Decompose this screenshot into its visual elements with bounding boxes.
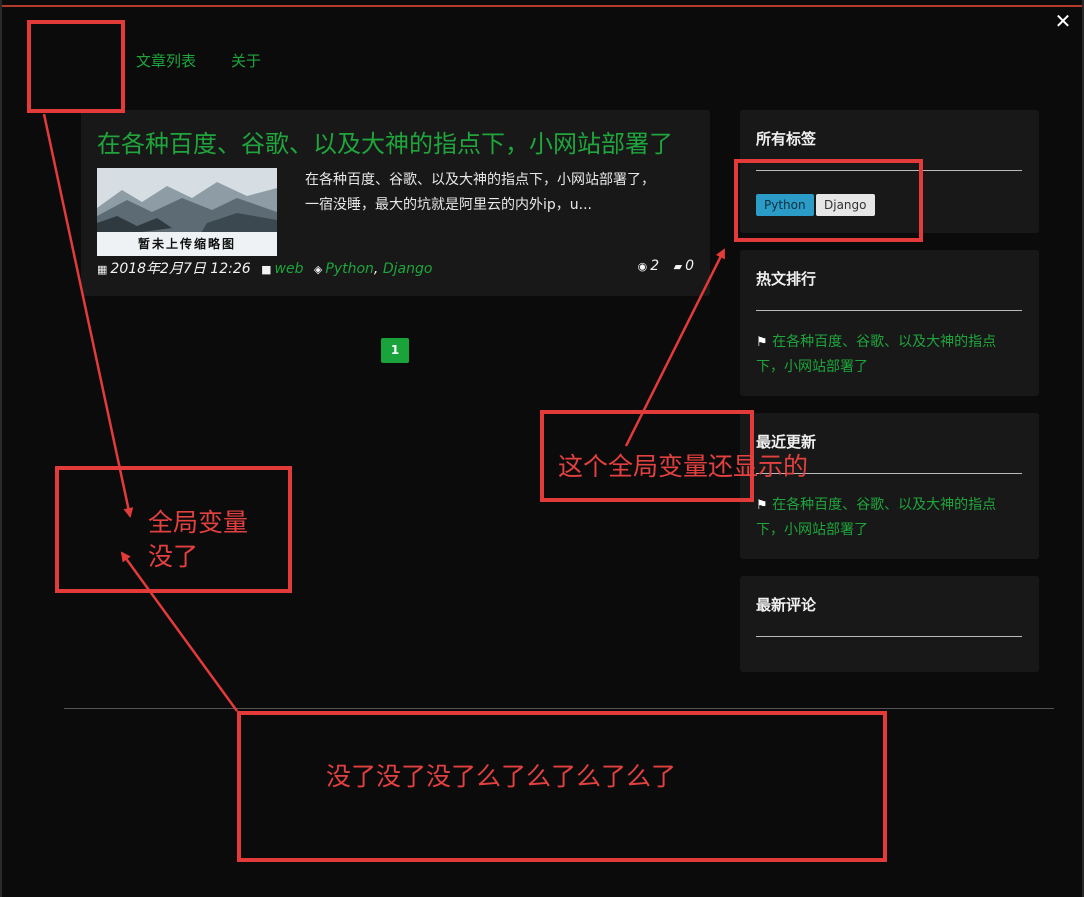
- arrow-note-to-tags: [624, 248, 726, 447]
- annotation-arrows: [42, 113, 726, 712]
- arrow-footer-to-note: [120, 551, 239, 712]
- arrow-logo-to-note: [42, 113, 134, 518]
